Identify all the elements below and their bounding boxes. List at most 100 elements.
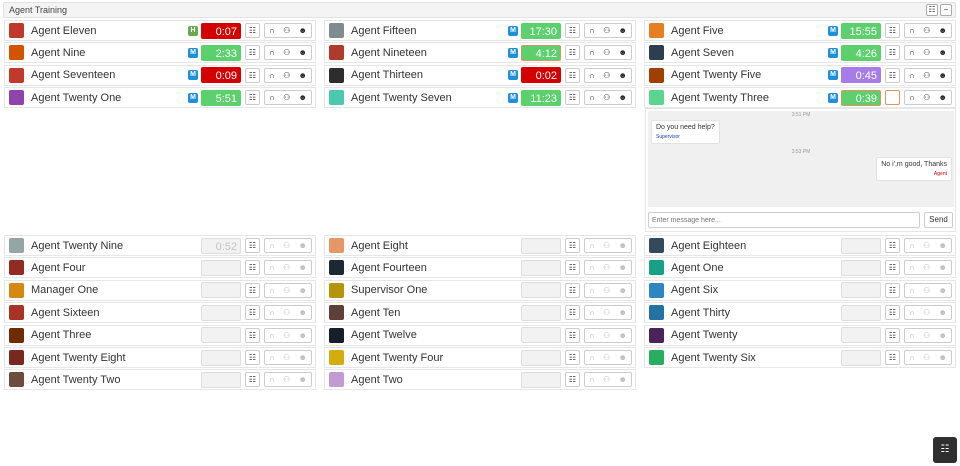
chat-bubble-icon: ☷	[888, 308, 897, 318]
chat-button[interactable]: ☷	[885, 282, 900, 298]
person-icon[interactable]: ☻	[618, 48, 626, 57]
group-icon[interactable]: ⚇	[603, 48, 610, 57]
headset-icon[interactable]: ∩	[269, 26, 275, 35]
agent-card: Agent Ten ☷ ∩ ⚇ ☻	[324, 302, 636, 324]
person-icon: ☻	[938, 308, 947, 318]
call-timer	[201, 282, 241, 299]
headset-icon: ∩	[589, 285, 595, 295]
headset-icon[interactable]: ∩	[909, 93, 915, 102]
agent-card: Agent Eighteen ☷ ∩ ⚇ ☻	[644, 235, 956, 256]
chat-button[interactable]: ☷	[565, 238, 580, 253]
chat-button[interactable]: ☷	[245, 23, 260, 38]
headset-icon[interactable]: ∩	[269, 48, 275, 57]
window-title: Agent Training	[9, 5, 68, 15]
chat-button[interactable]: ☷	[885, 350, 900, 365]
chat-button[interactable]: ☷	[565, 350, 580, 365]
monitor-actions: ∩ ⚇ ☻	[584, 372, 632, 388]
chat-button[interactable]	[885, 90, 900, 106]
chat-bubble-icon: ☷	[248, 48, 257, 58]
chat-button[interactable]: ☷	[245, 282, 260, 298]
group-icon[interactable]: ⚇	[923, 71, 930, 80]
person-icon[interactable]: ☻	[938, 48, 946, 57]
floating-chat-button[interactable]: ☷	[933, 437, 957, 463]
person-icon[interactable]: ☻	[938, 93, 946, 102]
chat-button[interactable]: ☷	[245, 327, 260, 343]
person-icon[interactable]: ☻	[618, 93, 626, 102]
call-timer: 0:07	[201, 22, 241, 39]
chat-button[interactable]: ☷	[565, 305, 580, 321]
agent-name: Agent Twenty Seven	[351, 91, 452, 104]
chat-button[interactable]: ☷	[565, 372, 580, 388]
chat-button[interactable]: ☷	[885, 260, 900, 276]
person-icon: ☻	[938, 241, 947, 250]
chat-button[interactable]: ☷	[885, 67, 900, 83]
group-icon[interactable]: ⚇	[923, 48, 930, 57]
chat-button[interactable]: ☷	[245, 45, 260, 61]
chat-button[interactable]: ☷	[885, 45, 900, 61]
chat-timestamp: 3:51 PM	[791, 112, 811, 118]
headset-icon: ∩	[909, 241, 915, 250]
agent-name: Agent Twenty Three	[671, 91, 770, 104]
group-icon[interactable]: ⚇	[923, 93, 930, 102]
group-icon[interactable]: ⚇	[923, 26, 930, 35]
agent-card: Agent Twenty Four ☷ ∩ ⚇ ☻	[324, 347, 636, 368]
chat-button[interactable]: ☷	[565, 327, 580, 343]
headset-icon[interactable]: ∩	[589, 48, 595, 57]
headset-icon[interactable]: ∩	[909, 48, 915, 57]
person-icon[interactable]: ☻	[618, 26, 626, 35]
person-icon[interactable]: ☻	[298, 71, 306, 80]
person-icon[interactable]: ☻	[298, 48, 306, 57]
agent-name: Agent Twenty	[671, 329, 738, 342]
chat-button[interactable]: ☷	[245, 90, 260, 106]
chat-button[interactable]: ☷	[245, 260, 260, 276]
headset-icon: ∩	[909, 353, 915, 362]
headset-icon[interactable]: ∩	[589, 26, 595, 35]
person-icon[interactable]: ☻	[298, 93, 306, 102]
chat-button[interactable]: ☷	[885, 23, 900, 38]
group-icon: ⚇	[283, 330, 291, 340]
headset-icon[interactable]: ∩	[589, 71, 595, 80]
chat-button[interactable]: ☷	[565, 67, 580, 83]
headset-icon[interactable]: ∩	[269, 93, 275, 102]
chat-button[interactable]: ☷	[885, 327, 900, 343]
chat-button[interactable]: ☷	[885, 305, 900, 321]
chat-button[interactable]: ☷	[565, 45, 580, 61]
send-button[interactable]: Send	[924, 212, 953, 228]
group-icon[interactable]: ⚇	[603, 93, 610, 102]
avatar	[649, 282, 664, 298]
person-icon[interactable]: ☻	[938, 71, 946, 80]
status-badge: M	[188, 92, 198, 103]
chat-button[interactable]: ☷	[885, 238, 900, 253]
chat-bubble-icon[interactable]: ☷	[926, 4, 938, 16]
group-icon[interactable]: ⚇	[603, 71, 610, 80]
chat-message-input[interactable]	[648, 212, 920, 228]
headset-icon[interactable]: ∩	[269, 71, 275, 80]
chat-button[interactable]: ☷	[245, 350, 260, 365]
person-icon[interactable]: ☻	[298, 26, 306, 35]
agent-card: Agent Seventeen M 0:09 ☷ ∩ ⚇ ☻	[4, 64, 316, 86]
agent-card: Agent Three ☷ ∩ ⚇ ☻	[4, 324, 316, 346]
chat-button[interactable]: ☷	[245, 305, 260, 321]
person-icon[interactable]: ☻	[938, 26, 946, 35]
headset-icon[interactable]: ∩	[909, 71, 915, 80]
headset-icon[interactable]: ∩	[909, 26, 915, 35]
group-icon[interactable]: ⚇	[283, 71, 290, 80]
group-icon[interactable]: ⚇	[603, 26, 610, 35]
group-icon: ⚇	[923, 285, 931, 295]
minimize-icon[interactable]: −	[940, 4, 952, 16]
person-icon[interactable]: ☻	[618, 71, 626, 80]
chat-button[interactable]: ☷	[565, 282, 580, 298]
chat-button[interactable]: ☷	[565, 23, 580, 38]
avatar	[9, 23, 24, 38]
agent-card: Agent Twenty Six ☷ ∩ ⚇ ☻	[644, 347, 956, 368]
group-icon[interactable]: ⚇	[283, 93, 290, 102]
monitor-actions: ∩ ⚇ ☻	[904, 305, 952, 321]
chat-button[interactable]: ☷	[245, 238, 260, 253]
chat-button[interactable]: ☷	[245, 67, 260, 83]
chat-button[interactable]: ☷	[565, 260, 580, 276]
group-icon[interactable]: ⚇	[283, 48, 290, 57]
headset-icon[interactable]: ∩	[589, 93, 595, 102]
chat-button[interactable]: ☷	[245, 372, 260, 388]
chat-button[interactable]: ☷	[565, 90, 580, 106]
group-icon[interactable]: ⚇	[283, 26, 290, 35]
